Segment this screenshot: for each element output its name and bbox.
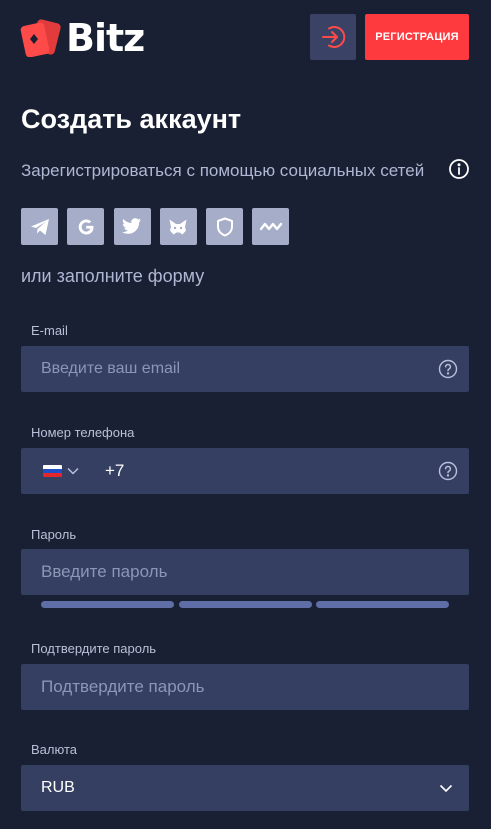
logo[interactable]: Bitz [20,16,145,60]
email-label: E-mail [31,323,68,338]
confirm-password-input[interactable] [21,664,469,710]
email-field-box [21,346,469,392]
waves-icon [259,222,283,230]
social-button-shield[interactable] [206,208,244,245]
login-button[interactable] [310,14,356,60]
phone-label: Номер телефона [31,425,135,440]
password-strength-meter [41,601,449,608]
phone-field-box: +7 [21,448,469,494]
social-button-telegram[interactable] [21,208,58,245]
phone-help-icon[interactable] [438,461,458,481]
currency-value: RUB [41,779,75,796]
email-input[interactable] [21,346,469,392]
social-button-waves[interactable] [252,208,290,245]
email-help-icon[interactable] [438,359,458,379]
or-fill-form-caption: или заполните форму [21,266,205,286]
page-title: Создать аккаунт [21,104,242,134]
confirm-password-label: Подтвердите пароль [31,641,157,656]
social-caption: Зарегистрироваться с помощью социальных … [21,161,425,180]
metamask-icon [169,219,187,234]
header: Bitz РЕГИСТРАЦИЯ [0,0,491,80]
chevron-down-icon [439,784,453,793]
social-button-google[interactable] [67,208,105,245]
phone-code[interactable]: +7 [105,448,124,494]
strength-segment [178,601,312,608]
strength-segment [316,601,449,608]
logo-cards-icon [20,19,61,57]
strength-segment [41,601,174,608]
login-arrow-icon [322,26,346,48]
register-button[interactable]: РЕГИСТРАЦИЯ [365,14,469,60]
shield-icon [216,217,233,236]
password-field-box [21,549,469,595]
confirm-password-field-box [21,664,469,710]
telegram-icon [30,218,49,235]
currency-select[interactable]: RUB [21,765,469,811]
google-icon [78,219,94,234]
logo-text: Bitz [66,16,145,60]
info-icon[interactable] [448,158,470,180]
russia-flag-icon [43,465,62,477]
twitter-icon [122,218,142,234]
social-login-row [21,208,299,245]
password-label: Пароль [31,527,77,542]
country-selector[interactable] [43,448,79,494]
social-button-twitter[interactable] [113,208,151,245]
chevron-down-icon [67,467,79,475]
password-input[interactable] [21,549,469,595]
social-button-metamask[interactable] [159,208,197,245]
currency-label: Валюта [31,742,77,757]
